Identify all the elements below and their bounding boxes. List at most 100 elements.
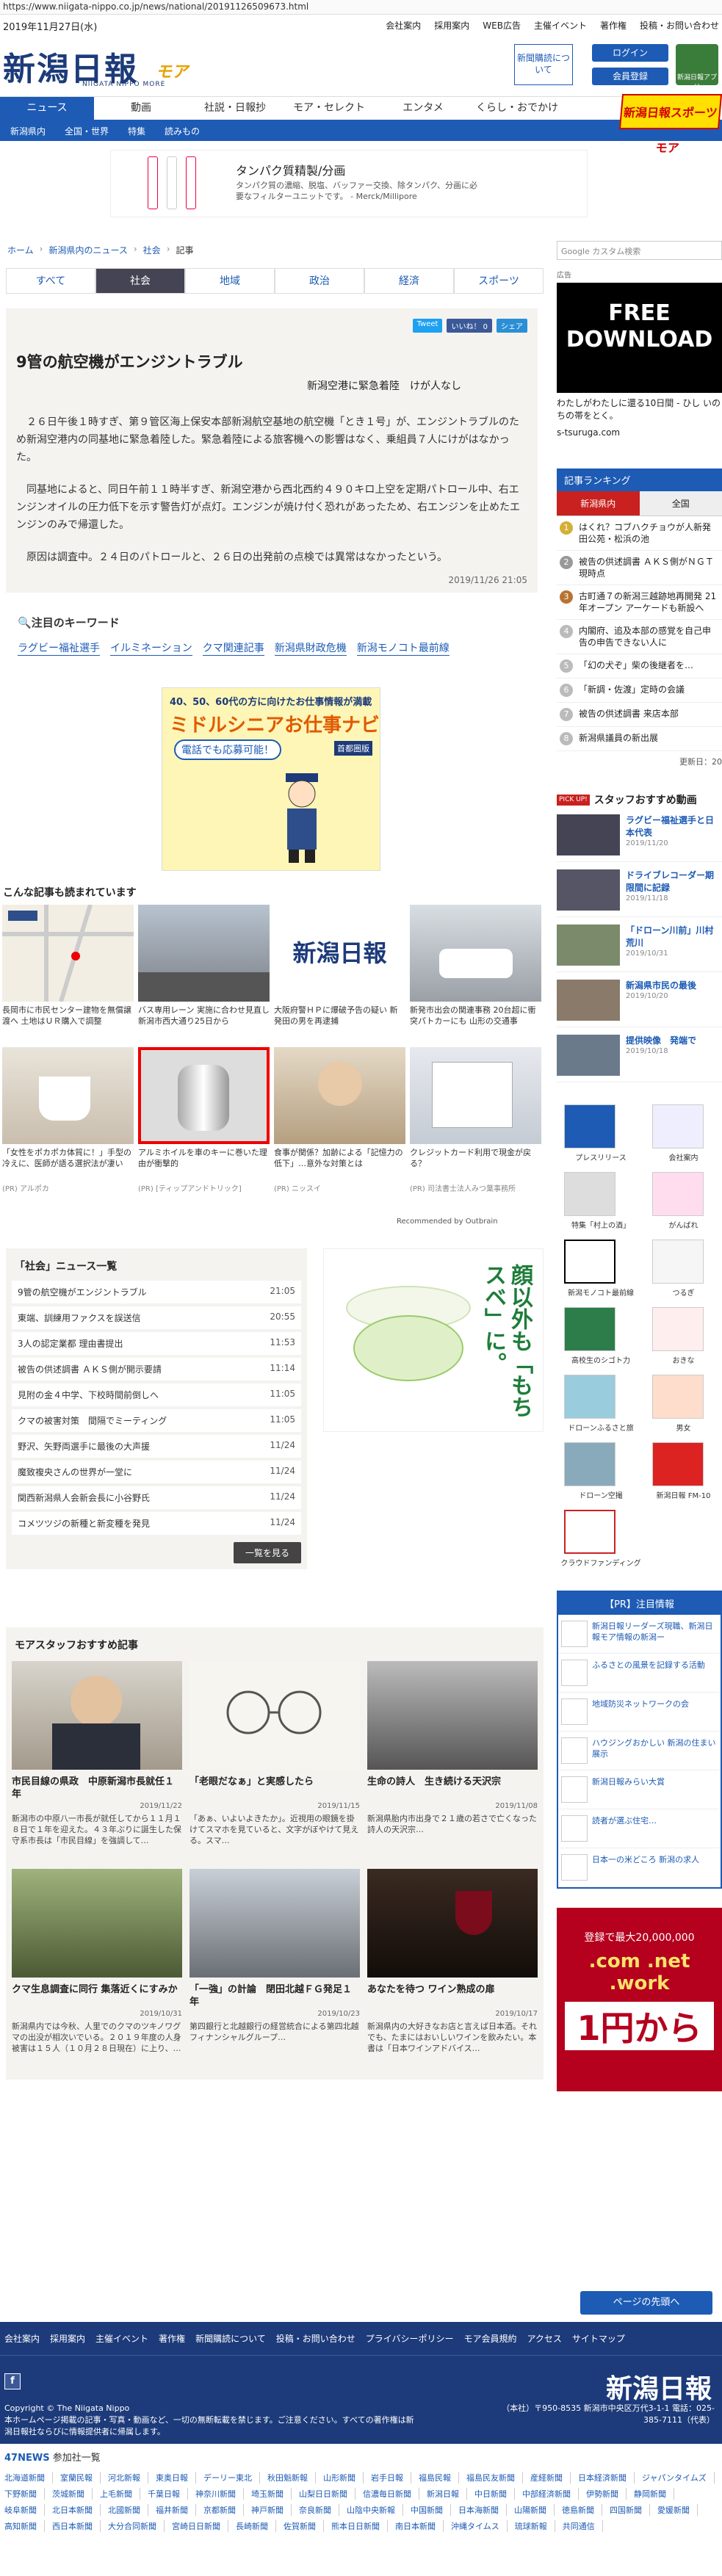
tab-region[interactable]: 地域: [185, 269, 275, 294]
paper-link[interactable]: 高知新聞: [4, 2520, 45, 2532]
ranking-tab-local[interactable]: 新潟県内: [557, 491, 640, 515]
app-button[interactable]: 新潟日報アプリ: [676, 44, 718, 91]
paper-link[interactable]: 山形新聞: [323, 2472, 364, 2483]
paper-link[interactable]: 熊本日日新聞: [331, 2520, 388, 2532]
recommended-item[interactable]: 長岡市に市民センター建物を無償譲渡へ 土地はＵＲ購入で調整: [0, 905, 136, 1040]
recommended-item[interactable]: 「女性をポカポカ体質に！」手型の冷えに、医師が語る選択法が凄い (PR) アルポ…: [0, 1047, 136, 1193]
crumb-society[interactable]: 社会: [143, 244, 161, 256]
footer-link[interactable]: アクセス: [527, 2332, 562, 2345]
nav-video[interactable]: 動画: [94, 97, 188, 120]
login-button[interactable]: ログイン: [592, 44, 668, 62]
nav-entertainment[interactable]: エンタメ: [376, 97, 470, 120]
paper-link[interactable]: 神戸新聞: [251, 2504, 292, 2516]
paper-link[interactable]: 京都新聞: [203, 2504, 244, 2516]
crumb-local[interactable]: 新潟県内のニュース: [48, 244, 127, 256]
paper-link[interactable]: 信濃毎日新聞: [363, 2488, 419, 2500]
banner-drone-trip[interactable]: ドローンふるさと旅: [557, 1375, 645, 1433]
subnav-national[interactable]: 全国・世界: [65, 122, 109, 141]
banner-ganbare[interactable]: がんばれ: [645, 1172, 722, 1231]
ranking-item[interactable]: 6 「新調・佐渡」定時の会議: [557, 679, 722, 703]
download-ad-caption[interactable]: わたしがわたしに還る10日間 - ひし いのちの帯をとく。: [557, 397, 722, 422]
paper-link[interactable]: 岩手日報: [371, 2472, 411, 2483]
paper-link[interactable]: 山陽新聞: [514, 2504, 555, 2516]
tweet-button[interactable]: Tweet: [412, 319, 443, 333]
page-top-button[interactable]: ページの先頭へ: [580, 2291, 712, 2315]
recommended-item[interactable]: 新潟日報 大阪府警ＨＰに爆破予告の疑い 新発田の男を再逮捕: [272, 905, 408, 1040]
top-link-recruit[interactable]: 採用案内: [434, 19, 469, 32]
paper-link[interactable]: 琉球新報: [515, 2520, 555, 2532]
footer-link[interactable]: 投稿・お問い合わせ: [276, 2332, 355, 2345]
news-list-row[interactable]: 見附の金４中学、下校時間前倒しへ 11:05: [12, 1383, 301, 1406]
ranking-item[interactable]: 2 被告の供述調書 ＡＫＳ側がＮＧＴ現時点: [557, 551, 722, 585]
banner-fm[interactable]: 新潟日報 FM-10: [645, 1442, 722, 1501]
paper-link[interactable]: 山梨日日新聞: [299, 2488, 355, 2500]
paper-link[interactable]: 佐賀新聞: [284, 2520, 324, 2532]
recommended-item[interactable]: 食事が関係？加齢による「記憶力の低下」…意外な対策とは (PR) ニッスイ: [272, 1047, 408, 1193]
paper-link[interactable]: 河北新報: [108, 2472, 148, 2483]
footer-link[interactable]: サイトマップ: [572, 2332, 625, 2345]
paper-link[interactable]: 奈良新聞: [299, 2504, 339, 2516]
footer-link[interactable]: モア会員規約: [464, 2332, 517, 2345]
subscribe-link[interactable]: 新聞購読について: [514, 44, 573, 85]
paper-link[interactable]: 上毛新聞: [100, 2488, 140, 2500]
ranking-item[interactable]: 4 内閣府、追及本部の感覚を自己申告の申告できない人に: [557, 620, 722, 654]
ranking-item[interactable]: 8 新潟県議員の新出展: [557, 727, 722, 751]
paper-link[interactable]: 岐阜新聞: [4, 2504, 45, 2516]
download-ad[interactable]: FREE DOWNLOAD: [557, 283, 722, 393]
paper-link[interactable]: 産経新聞: [530, 2472, 571, 2483]
keyword-link[interactable]: イルミネーション: [110, 640, 192, 656]
footer-link[interactable]: 著作権: [159, 2332, 185, 2345]
paper-link[interactable]: 中部経済新聞: [522, 2488, 579, 2500]
paper-link[interactable]: 静岡新聞: [634, 2488, 674, 2500]
recommended-item[interactable]: アルミホイルを車のキーに巻いた理由が衝撃的 (PR) [ティップアンドトリック]: [136, 1047, 272, 1193]
banner-sake[interactable]: 特集「村上の酒」: [557, 1172, 645, 1231]
news-list-row[interactable]: 関西新潟県人会新会長に小谷野氏 11/24: [12, 1486, 301, 1509]
footer-link[interactable]: 会社案内: [4, 2332, 40, 2345]
news-list-more-button[interactable]: 一覧を見る: [233, 1542, 301, 1563]
banner-okina[interactable]: おきな: [645, 1307, 722, 1366]
paper-link[interactable]: 日本海新聞: [458, 2504, 507, 2516]
recommended-item[interactable]: クレジットカード利用で現金が戻る？ (PR) 司法書士法人みつ葉事務所: [408, 1047, 544, 1193]
banner-company[interactable]: 会社案内: [645, 1104, 722, 1163]
tab-all[interactable]: すべて: [6, 269, 95, 294]
ranking-item[interactable]: 1 はくれ？コブハクチョウが人新発田公苑・松浜の池: [557, 516, 722, 551]
paper-link[interactable]: 共同通信: [563, 2520, 603, 2532]
sports-more-logo[interactable]: 新潟日報スポーツモア: [618, 94, 722, 155]
paper-link[interactable]: 東奥日報: [156, 2472, 196, 2483]
paper-link[interactable]: 下野新聞: [4, 2488, 45, 2500]
ranking-tab-national[interactable]: 全国: [639, 491, 722, 515]
paper-link[interactable]: 北日本新聞: [52, 2504, 101, 2516]
top-link-company[interactable]: 会社案内: [386, 19, 421, 32]
news-list-row[interactable]: 魔致複央さんの世界が一堂に 11/24: [12, 1461, 301, 1483]
top-link-web-ad[interactable]: WEB広告: [483, 19, 521, 32]
staff-pick-item[interactable]: あなたを待つ ワイン熟成の扉 2019/10/17 新潟県内の大好きなお店と言えば日…: [367, 1869, 538, 2065]
download-ad-site[interactable]: s-tsuruga.com: [557, 427, 722, 439]
paper-link[interactable]: 徳島新聞: [562, 2504, 602, 2516]
banner-press-release[interactable]: プレスリリース: [557, 1104, 645, 1163]
video-item[interactable]: 新潟県市民の最後 2019/10/20: [557, 980, 722, 1027]
recommended-item[interactable]: バス専用レーン 実施に合わせ見直し 新潟市西大通り25日から: [136, 905, 272, 1040]
pr-item[interactable]: 新潟日報リーダーズ現職、新潟日報モア情報の新潟ー: [558, 1615, 721, 1654]
paper-link[interactable]: 中国新聞: [411, 2504, 451, 2516]
paper-link[interactable]: 福井新聞: [156, 2504, 196, 2516]
ranking-item[interactable]: 7 被告の供述調書 来店本部: [557, 703, 722, 727]
news-list-row[interactable]: 3人の認定業都 理由書提出 11:53: [12, 1332, 301, 1355]
video-item[interactable]: ラグビー福祉選手と日本代表 2019/11/20: [557, 814, 722, 862]
crumb-home[interactable]: ホーム: [7, 244, 34, 256]
video-item[interactable]: 提供映像 発端で 2019/10/18: [557, 1035, 722, 1082]
paper-link[interactable]: 長崎新聞: [236, 2520, 276, 2532]
news-list-row[interactable]: コメツツジの新種と新変種を発見 11/24: [12, 1512, 301, 1535]
keyword-link[interactable]: ラグビー福祉選手: [18, 640, 100, 656]
staff-pick-item[interactable]: 市民目線の県政 中原新潟市長就任１年 2019/11/22 新潟市の中原八一市長が就…: [12, 1661, 182, 1857]
footer-link[interactable]: 採用案内: [50, 2332, 85, 2345]
keyword-link[interactable]: 新潟県財政危機: [274, 640, 347, 656]
senior-job-ad[interactable]: 40、50、60代の方に向けたお仕事情報が満載 ミドルシニアお仕事ナビ 電話でも…: [162, 687, 380, 871]
banner-crowdfunding[interactable]: クラウドファンディング: [557, 1510, 645, 1569]
paper-link[interactable]: 沖縄タイムス: [451, 2520, 508, 2532]
paper-link[interactable]: デーリー東北: [203, 2472, 260, 2483]
47news-logo[interactable]: 47NEWS: [4, 2453, 50, 2464]
paper-link[interactable]: 北海道新聞: [4, 2472, 53, 2483]
nav-more-select[interactable]: モア・セレクト: [282, 97, 376, 120]
pr-item[interactable]: 地域防災ネットワークの会: [558, 1693, 721, 1732]
paper-link[interactable]: 北國新聞: [108, 2504, 148, 2516]
